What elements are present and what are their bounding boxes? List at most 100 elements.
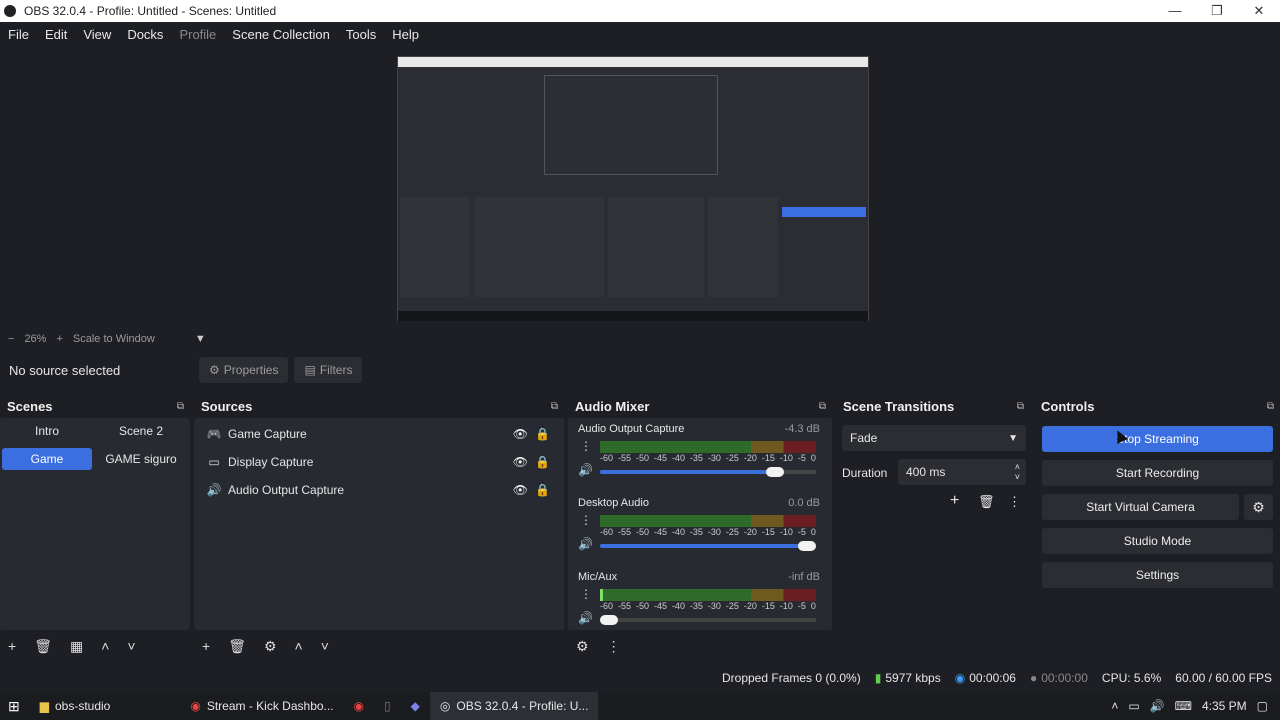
scene-intro[interactable]: Intro: [2, 420, 92, 442]
menu-edit[interactable]: Edit: [45, 27, 67, 42]
eye-icon[interactable]: 👁: [513, 455, 528, 469]
trash-icon[interactable]: 🗑: [978, 494, 995, 510]
move-down-icon[interactable]: ˅: [127, 638, 135, 654]
monitor-icon: ▭: [208, 455, 220, 469]
volume-icon[interactable]: 🔊: [1150, 699, 1165, 713]
taskbar-item[interactable]: ▆ obs-studio: [30, 692, 121, 720]
app-taskbar-icon[interactable]: ▯: [374, 692, 401, 720]
obs-icon: ◎: [439, 699, 451, 713]
scale-tick: -10: [779, 453, 793, 463]
audio-channel: Audio Output Capture -4.3 dB ⋮ -60 -55 -50…: [572, 423, 824, 495]
move-down-icon[interactable]: ˅: [321, 638, 329, 654]
scene-2[interactable]: Scene 2: [96, 420, 186, 442]
menu-docks[interactable]: Docks: [127, 27, 163, 42]
undock-icon[interactable]: ⧉: [819, 401, 826, 412]
taskbar-item[interactable]: ◎ OBS 32.0.4 - Profile: U...: [429, 692, 599, 720]
preview-nested-screen: [544, 75, 718, 175]
transition-select[interactable]: Fade ▼: [842, 425, 1026, 451]
stop-streaming-button[interactable]: Stop Streaming: [1042, 426, 1273, 452]
undock-icon[interactable]: ⧉: [1267, 401, 1274, 412]
speaker-icon[interactable]: 🔊: [578, 463, 593, 477]
kebab-menu-icon[interactable]: ⋮: [607, 638, 621, 655]
channel-db: 0.0 dB: [788, 497, 820, 509]
audio-channels: Audio Output Capture -4.3 dB ⋮ -60 -55 -50…: [568, 418, 832, 630]
kebab-menu-icon[interactable]: ⋮: [580, 513, 592, 527]
trash-icon[interactable]: 🗑: [228, 638, 246, 655]
taskbar: ⊞ ▆ obs-studio ◉ Stream - Kick Dashbo...…: [0, 692, 1280, 720]
zoom-out-button[interactable]: −: [8, 333, 14, 345]
maximize-button[interactable]: ❐: [1196, 3, 1238, 19]
scene-game-siguro[interactable]: GAME siguro: [96, 448, 186, 470]
move-up-icon[interactable]: ˄: [295, 638, 303, 654]
kebab-menu-icon[interactable]: ⋮: [1008, 494, 1021, 510]
volume-slider[interactable]: [600, 467, 816, 477]
scene-transitions-dock: Scene Transitions ⧉ Fade ▼ Duration 400 …: [836, 396, 1030, 660]
menu-profile[interactable]: Profile: [179, 27, 216, 42]
scale-mode[interactable]: Scale to Window: [73, 333, 155, 345]
chevron-up-icon[interactable]: ˄: [1111, 699, 1118, 713]
zoom-in-button[interactable]: +: [56, 333, 62, 345]
add-transition-icon[interactable]: +: [950, 492, 959, 510]
volume-slider[interactable]: [600, 541, 816, 551]
eye-icon[interactable]: 👁: [513, 427, 528, 441]
studio-mode-button[interactable]: Studio Mode: [1042, 528, 1273, 554]
start-recording-button[interactable]: Start Recording: [1042, 460, 1273, 486]
slider-knob[interactable]: [600, 615, 618, 625]
scale-tick: -5: [797, 527, 806, 537]
mixer-settings-icon[interactable]: ⚙: [576, 638, 589, 655]
lock-icon[interactable]: 🔒: [535, 455, 550, 469]
start-virtual-camera-button[interactable]: Start Virtual Camera: [1042, 494, 1239, 520]
volume-slider[interactable]: [600, 615, 816, 625]
source-row[interactable]: 🎮 Game Capture 👁 🔒: [194, 421, 564, 447]
undock-icon[interactable]: ⧉: [177, 401, 184, 412]
duration-input[interactable]: 400 ms ˄ ˅: [898, 459, 1026, 485]
slider-track: [609, 618, 816, 622]
menu-file[interactable]: File: [8, 27, 29, 42]
taskbar-item[interactable]: ◉ Stream - Kick Dashbo...: [180, 692, 343, 720]
source-row[interactable]: 🔊 Audio Output Capture 👁 🔒: [194, 477, 564, 503]
speaker-icon: 🔊: [206, 483, 222, 497]
chevron-down-icon[interactable]: ▼: [195, 333, 206, 345]
menu-tools[interactable]: Tools: [346, 27, 376, 42]
scene-filters-icon[interactable]: ▦: [70, 638, 83, 655]
undock-icon[interactable]: ⧉: [1017, 401, 1024, 412]
notifications-icon[interactable]: ▢: [1257, 699, 1268, 713]
unlock-icon[interactable]: 🔒: [535, 483, 550, 497]
slider-knob[interactable]: [766, 467, 785, 477]
windows-start-icon[interactable]: ⊞: [0, 692, 30, 720]
menu-help[interactable]: Help: [392, 27, 419, 42]
undock-icon[interactable]: ⧉: [551, 401, 558, 412]
scale-tick: 0: [810, 527, 816, 537]
eye-icon[interactable]: 👁: [513, 483, 528, 497]
scene-game[interactable]: Game: [2, 448, 92, 470]
virtual-camera-settings-icon[interactable]: ⚙: [1244, 494, 1273, 520]
gear-icon[interactable]: ⚙: [264, 638, 277, 655]
stepper-icon[interactable]: ˄ ˅: [1015, 462, 1020, 482]
discord-taskbar-icon[interactable]: ◆: [401, 692, 430, 720]
source-row[interactable]: ▭ Display Capture 👁 🔒: [194, 449, 564, 475]
kebab-menu-icon[interactable]: ⋮: [580, 439, 592, 453]
unlock-icon[interactable]: 🔒: [535, 427, 550, 441]
chrome-taskbar-icon[interactable]: ◉: [344, 692, 374, 720]
scale-tick: -20: [743, 601, 757, 611]
preview-canvas[interactable]: [397, 56, 869, 321]
slider-knob[interactable]: [798, 541, 816, 551]
speaker-icon[interactable]: 🔊: [578, 611, 593, 625]
properties-button[interactable]: ⚙ Properties: [199, 357, 289, 383]
language-icon[interactable]: ⌨: [1175, 699, 1192, 713]
move-up-icon[interactable]: ˄: [101, 638, 109, 654]
speaker-icon[interactable]: 🔊: [578, 537, 593, 551]
add-source-icon[interactable]: +: [202, 638, 210, 654]
dropped-frames: Dropped Frames 0 (0.0%): [722, 671, 861, 685]
add-scene-icon[interactable]: +: [8, 638, 16, 654]
close-button[interactable]: ✕: [1238, 3, 1280, 19]
minimize-button[interactable]: —: [1154, 3, 1196, 19]
clock[interactable]: 4:35 PM: [1202, 699, 1247, 713]
settings-button[interactable]: Settings: [1042, 562, 1273, 588]
kebab-menu-icon[interactable]: ⋮: [580, 587, 592, 601]
menu-scene-collection[interactable]: Scene Collection: [232, 27, 330, 42]
filters-button[interactable]: ▤ Filters: [294, 357, 363, 383]
trash-icon[interactable]: 🗑: [34, 638, 52, 655]
menu-view[interactable]: View: [83, 27, 111, 42]
network-icon[interactable]: ▭: [1128, 699, 1139, 713]
